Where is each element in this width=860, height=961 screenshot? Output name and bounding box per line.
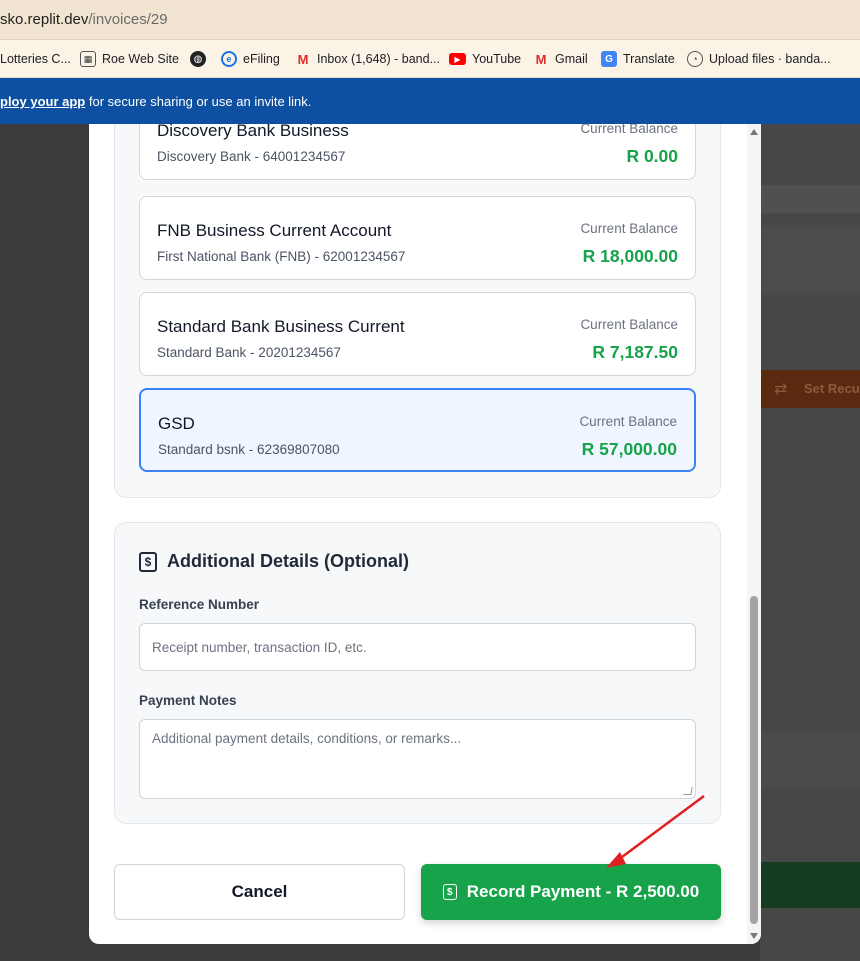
record-payment-modal: Discovery Bank Business Discovery Bank -… xyxy=(89,124,761,944)
deploy-link[interactable]: ploy your app xyxy=(0,94,85,109)
dollar-receipt-icon: $ xyxy=(442,884,457,900)
account-card-gsd[interactable]: GSD Standard bsnk - 62369807080 Current … xyxy=(139,388,696,472)
scroll-down-arrow-icon[interactable] xyxy=(750,933,758,939)
account-balance: R 18,000.00 xyxy=(582,246,678,266)
account-balance-label: Current Balance xyxy=(580,221,678,236)
github-icon: ◔ xyxy=(687,51,703,67)
additional-details-heading: $ Additional Details (Optional) xyxy=(139,551,409,572)
bookmark-label: Upload files · banda... xyxy=(709,52,831,66)
gmail-icon: M xyxy=(297,51,309,67)
modal-scrollbar[interactable] xyxy=(747,124,761,944)
bookmark-label: YouTube xyxy=(472,52,522,66)
payment-notes-textarea[interactable] xyxy=(139,719,696,799)
efiling-icon: e xyxy=(221,51,237,67)
reference-number-label: Reference Number xyxy=(139,597,260,612)
payment-notes-wrapper xyxy=(139,719,696,799)
globe-icon: ◍ xyxy=(190,51,206,67)
bookmark-label: Roe Web Site xyxy=(102,52,179,66)
account-bank-number: Discovery Bank - 64001234567 xyxy=(157,149,346,164)
account-balance: R 0.00 xyxy=(626,146,678,166)
background-green-bar xyxy=(760,862,860,908)
bookmark-label: Inbox (1,648) - band... xyxy=(317,52,440,66)
bookmark-roe-web-site[interactable]: ▦ Roe Web Site xyxy=(80,50,179,68)
bookmark-label: Translate xyxy=(623,52,675,66)
account-card-fnb[interactable]: FNB Business Current Account First Natio… xyxy=(139,196,696,280)
additional-details-title: Additional Details (Optional) xyxy=(167,551,409,571)
dollar-receipt-icon: $ xyxy=(139,551,157,572)
repeat-icon: ⇄ xyxy=(774,381,788,398)
bookmark-inbox[interactable]: M Inbox (1,648) - band... xyxy=(295,50,440,68)
resize-handle-icon[interactable] xyxy=(683,787,693,795)
record-payment-label: Record Payment - R 2,500.00 xyxy=(466,882,700,901)
url-host: sko.replit.dev xyxy=(0,11,89,28)
bookmark-efiling[interactable]: e eFiling xyxy=(221,50,280,68)
bookmark-gmail[interactable]: M Gmail xyxy=(533,50,588,68)
account-card-discovery[interactable]: Discovery Bank Business Discovery Bank -… xyxy=(139,124,696,180)
scroll-up-arrow-icon[interactable] xyxy=(750,129,758,135)
deploy-banner: ploy your app for secure sharing or use … xyxy=(0,78,860,124)
account-name: GSD xyxy=(158,414,195,433)
account-name: Discovery Bank Business xyxy=(157,124,349,140)
record-payment-button[interactable]: $ Record Payment - R 2,500.00 xyxy=(421,864,721,920)
bookmark-label: eFiling xyxy=(243,52,280,66)
account-balance-label: Current Balance xyxy=(580,124,678,136)
url-path: /invoices/29 xyxy=(88,11,168,28)
translate-icon: G xyxy=(601,51,617,67)
bookmark-translate[interactable]: G Translate xyxy=(601,50,675,68)
youtube-icon: ▶ xyxy=(449,53,466,65)
background-set-recurring-button: ⇄ Set Recu xyxy=(760,370,860,408)
account-name: Standard Bank Business Current xyxy=(157,317,405,336)
bookmark-label: Lotteries C... xyxy=(0,52,71,66)
bookmarks-bar: Lotteries C... ▦ Roe Web Site ◍ e eFilin… xyxy=(0,40,860,78)
bookmark-label: Gmail xyxy=(555,52,588,66)
account-bank-number: Standard bsnk - 62369807080 xyxy=(158,442,340,457)
account-bank-number: First National Bank (FNB) - 62001234567 xyxy=(157,249,406,264)
account-balance-label: Current Balance xyxy=(579,414,677,429)
account-balance-label: Current Balance xyxy=(580,317,678,332)
payment-notes-label: Payment Notes xyxy=(139,693,237,708)
banner-message: for secure sharing or use an invite link… xyxy=(85,94,312,109)
background-card xyxy=(760,730,860,790)
gmail-icon: M xyxy=(535,51,547,67)
bookmark-upload-files[interactable]: ◔ Upload files · banda... xyxy=(687,50,831,68)
background-card xyxy=(760,225,860,295)
url-text[interactable]: sko.replit.dev/invoices/29 xyxy=(0,11,168,28)
additional-details-section: $ Additional Details (Optional) Referenc… xyxy=(114,522,721,824)
bookmark-lotteries[interactable]: Lotteries C... xyxy=(0,50,71,68)
account-balance: R 7,187.50 xyxy=(592,342,678,362)
account-balance: R 57,000.00 xyxy=(581,439,677,459)
bookmark-globe[interactable]: ◍ xyxy=(190,50,206,68)
site-icon: ▦ xyxy=(80,51,96,67)
scrollbar-thumb[interactable] xyxy=(750,596,758,924)
account-card-standard-bank[interactable]: Standard Bank Business Current Standard … xyxy=(139,292,696,376)
browser-url-bar[interactable]: sko.replit.dev/invoices/29 xyxy=(0,0,860,40)
bank-accounts-section: Discovery Bank Business Discovery Bank -… xyxy=(114,124,721,498)
reference-number-input[interactable] xyxy=(139,623,696,671)
account-name: FNB Business Current Account xyxy=(157,221,392,240)
bookmark-youtube[interactable]: ▶ YouTube xyxy=(449,50,521,68)
account-bank-number: Standard Bank - 20201234567 xyxy=(157,345,341,360)
cancel-button[interactable]: Cancel xyxy=(114,864,405,920)
background-row xyxy=(760,185,860,213)
background-set-recurring-label: Set Recu xyxy=(804,381,860,396)
banner-text: ploy your app for secure sharing or use … xyxy=(0,94,311,109)
